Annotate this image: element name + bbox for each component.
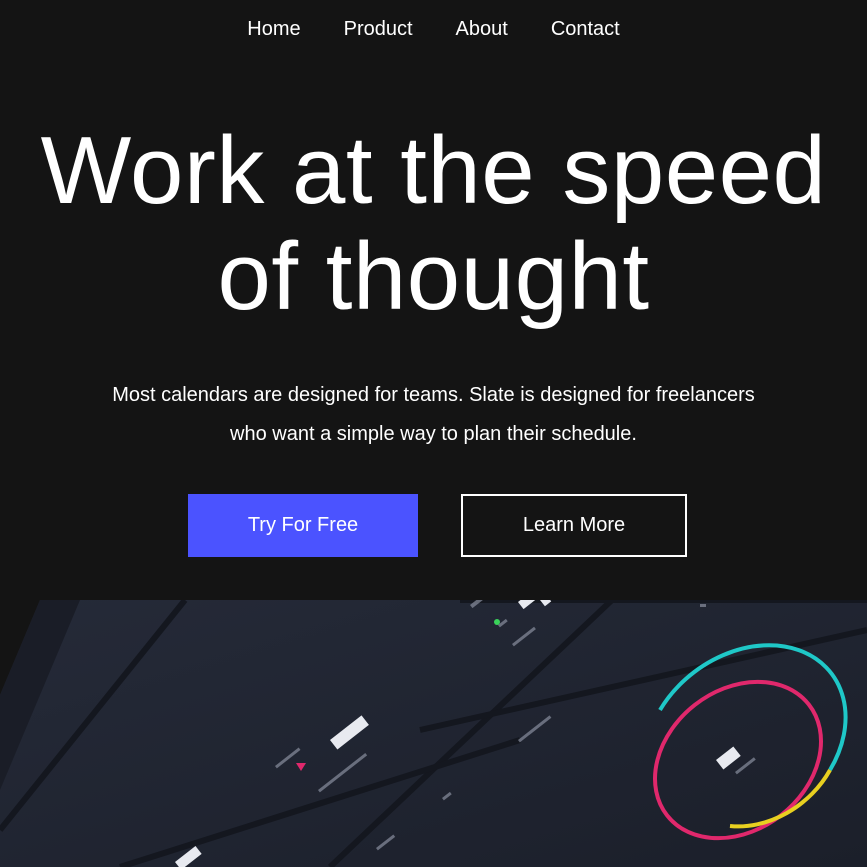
hero-title-line2: of thought: [217, 223, 650, 330]
hero-subtitle-line1: Most calendars are designed for teams. S…: [112, 384, 755, 406]
dashboard-preview-image: [0, 600, 867, 867]
hero-title-line1: Work at the speed: [40, 117, 827, 224]
nav-product-link[interactable]: Product: [344, 18, 413, 41]
nav-contact-link[interactable]: Contact: [551, 18, 620, 41]
learn-more-button[interactable]: Learn More: [461, 494, 687, 557]
dashboard-preview-illustration: [0, 600, 867, 867]
top-nav: Home Product About Contact: [0, 18, 867, 41]
hero-subtitle-line2: who want a simple way to plan their sche…: [230, 423, 637, 445]
nav-about-link[interactable]: About: [456, 18, 508, 41]
hero-subtitle: Most calendars are designed for teams. S…: [0, 376, 867, 454]
hero-title: Work at the speed of thought: [0, 118, 867, 330]
nav-home-link[interactable]: Home: [247, 18, 300, 41]
try-for-free-button[interactable]: Try For Free: [188, 494, 418, 557]
